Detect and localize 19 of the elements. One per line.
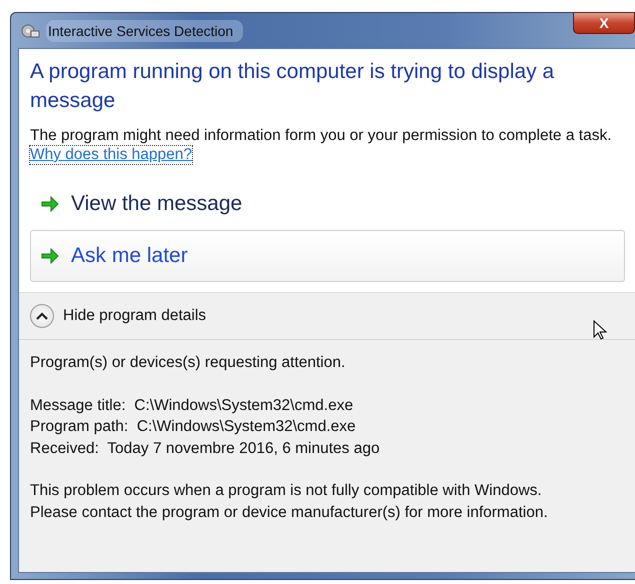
toggle-label[interactable]: Hide program details xyxy=(63,307,206,325)
help-link[interactable]: Why does this happen? xyxy=(30,146,192,164)
pointer-icon xyxy=(593,320,607,340)
details-intro: Program(s) or devices(s) requesting attention. xyxy=(30,353,346,373)
option-button[interactable]: View the message xyxy=(30,178,625,230)
option-button[interactable]: Ask me later xyxy=(30,230,625,282)
window-title: Interactive Services Detection xyxy=(46,20,244,42)
arrow-icon xyxy=(41,196,59,212)
note-text: This problem occurs when a program is not fully compatible with Windows. xyxy=(30,481,543,501)
arrow-icon xyxy=(41,248,59,264)
detail-line: Message title: C:\Windows\System32\cmd.exe xyxy=(30,396,354,416)
detail-line: Received: Today 7 novembre 2016, 6 minutes ago xyxy=(30,438,381,458)
chevron-icon xyxy=(36,312,48,320)
collapse-button[interactable] xyxy=(30,304,54,328)
close-button[interactable]: X xyxy=(573,12,635,34)
detail-line: Program path: C:\Windows\System32\cmd.exe xyxy=(30,417,357,437)
note-text: Please contact the program or device manufacturer(s) for more information. xyxy=(30,502,549,522)
dialog-heading: A program running on this computer is trying to display a message xyxy=(30,59,556,114)
description-text: The program might need information form you or your permission to complete a task. xyxy=(30,126,613,146)
